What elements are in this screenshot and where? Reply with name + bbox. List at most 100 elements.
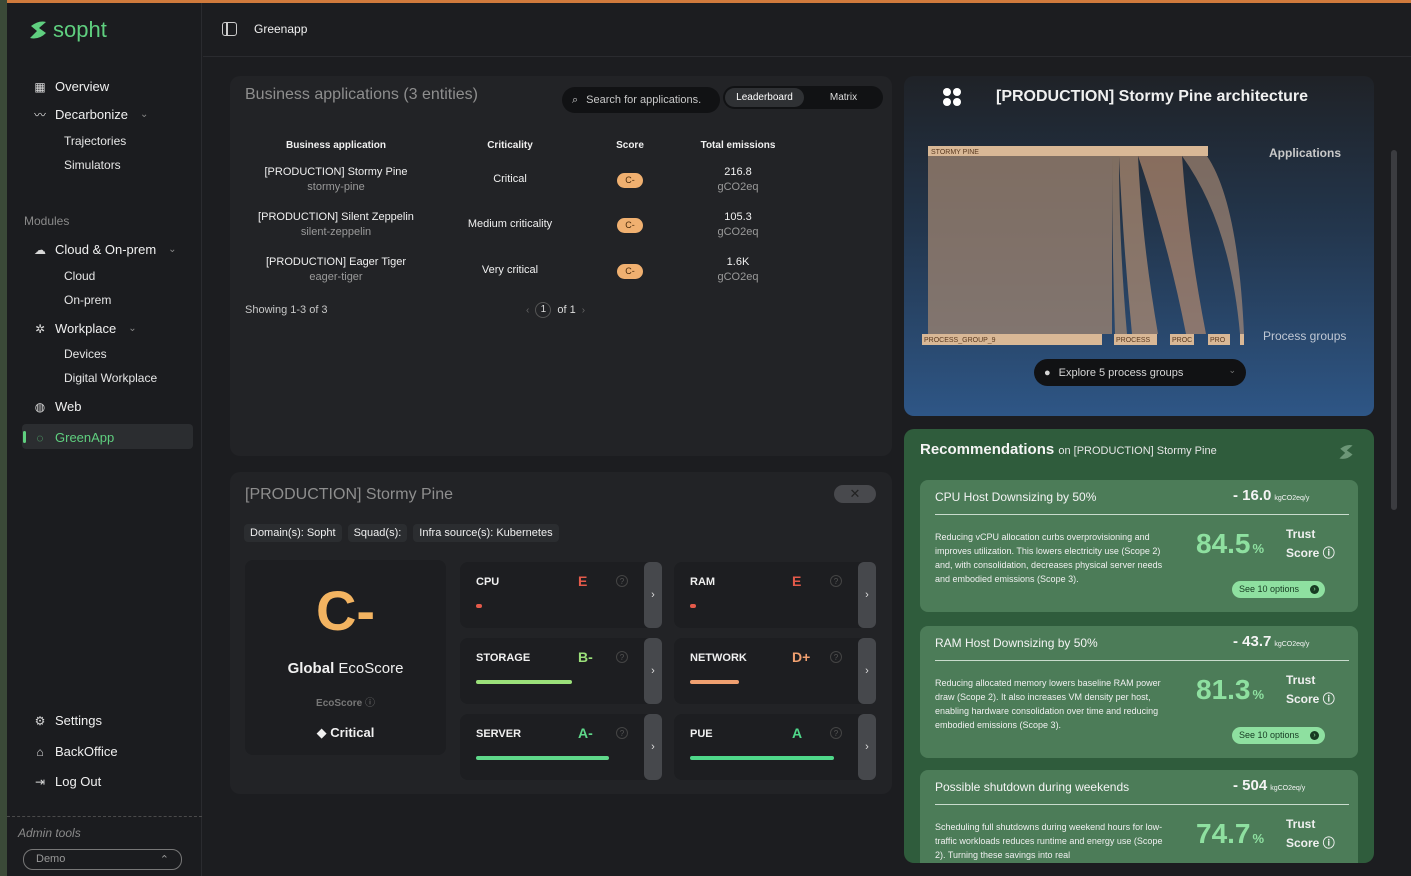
search-input[interactable]: ⌕ Search for applications. xyxy=(562,87,720,113)
trust-label: Trust xyxy=(1286,673,1316,687)
info-icon[interactable]: ⓘ xyxy=(1323,546,1335,560)
help-icon[interactable]: ? xyxy=(616,727,628,739)
metric-grade: B- xyxy=(578,649,593,665)
chevron-left-icon[interactable]: ‹ xyxy=(526,305,529,316)
close-button[interactable]: ✕ xyxy=(834,485,876,503)
info-icon[interactable]: ⓘ xyxy=(1323,836,1335,850)
recommendation-card[interactable]: RAM Host Downsizing by 50% - 43.7 kgCO2eq… xyxy=(920,626,1358,758)
emissions-value: 1.6K xyxy=(726,256,750,268)
metric-expand-button[interactable]: › xyxy=(644,714,662,780)
recommendation-description: Reducing vCPU allocation curbs overprovi… xyxy=(935,532,1163,584)
column-header[interactable]: Total emissions xyxy=(688,140,788,151)
section-label-modules: Modules xyxy=(24,214,70,228)
sidebar-item-label: Overview xyxy=(55,79,110,94)
sidebar-item-logout[interactable]: ⇥ Log Out xyxy=(33,774,101,789)
app-slug: eager-tiger xyxy=(309,271,363,283)
tag-squad: Squad(s): xyxy=(347,524,408,542)
divider xyxy=(935,804,1349,805)
ecoscore-label: Global EcoScore xyxy=(245,660,446,677)
tab-leaderboard[interactable]: Leaderboard xyxy=(725,88,804,107)
recommendation-card[interactable]: Possible shutdown during weekends - 504 k… xyxy=(920,770,1358,863)
header-title: Greenapp xyxy=(254,22,308,36)
sidebar-item-overview[interactable]: ▦ Overview xyxy=(33,79,109,94)
see-options-button[interactable]: See 10 options › xyxy=(1232,581,1325,598)
metric-bar xyxy=(690,756,834,760)
emissions-unit: gCO2eq xyxy=(717,226,759,238)
sidebar-item-decarbonize[interactable]: 〰 Decarbonize ⌄ xyxy=(33,107,148,122)
sidebar-toggle-icon[interactable] xyxy=(222,22,237,36)
sidebar-item-onprem[interactable]: On-prem xyxy=(64,293,111,307)
metric-expand-button[interactable]: › xyxy=(644,638,662,704)
sidebar-item-cloud-onprem[interactable]: ☁ Cloud & On-prem ⌄ xyxy=(33,242,177,257)
explore-process-groups-select[interactable]: ● Explore 5 process groups ⌄ xyxy=(1034,359,1246,386)
see-options-button[interactable]: See 10 options › xyxy=(1232,727,1325,744)
score-badge: C- xyxy=(617,264,643,279)
info-icon[interactable]: ⓘ xyxy=(1323,692,1335,706)
recommendation-title: CPU Host Downsizing by 50% xyxy=(935,490,1097,504)
app-name: [PRODUCTION] Silent Zeppelin xyxy=(258,211,414,223)
sidebar-item-backoffice[interactable]: ⌂ BackOffice xyxy=(33,744,117,759)
column-header[interactable]: Criticality xyxy=(460,140,560,151)
sankey-diagram[interactable]: STORMY PINE PROCESS_GROUP_9 PROCESS PROC… xyxy=(918,142,1253,348)
demo-select[interactable]: Demo ⌃ xyxy=(23,849,182,870)
admin-tools-label: Admin tools xyxy=(18,826,81,840)
process-groups-label: Process groups xyxy=(1263,329,1347,343)
scrollbar[interactable] xyxy=(1391,150,1397,510)
emissions-value: 216.8 xyxy=(724,166,752,178)
criticality-label: ◆ Critical xyxy=(245,725,446,741)
recommendation-card[interactable]: CPU Host Downsizing by 50% - 16.0 kgCO2eq… xyxy=(920,480,1358,612)
metric-grade: E xyxy=(578,573,588,589)
help-icon[interactable]: ⓘ xyxy=(365,698,375,709)
applications-label: Applications xyxy=(1269,146,1342,160)
metric-bar xyxy=(476,604,482,608)
sidebar-item-digital-workplace[interactable]: Digital Workplace xyxy=(64,371,157,385)
sidebar-item-web[interactable]: ◍ Web xyxy=(33,399,82,414)
metric-card-server: SERVER A- ? › xyxy=(460,714,662,780)
help-icon[interactable]: ? xyxy=(830,727,842,739)
percent-sign: % xyxy=(1252,541,1265,556)
help-icon[interactable]: ? xyxy=(616,575,628,587)
sankey-node-process[interactable] xyxy=(1240,334,1244,345)
sidebar-item-cloud[interactable]: Cloud xyxy=(64,269,95,283)
score-label: Score xyxy=(1286,546,1320,560)
app-name: [PRODUCTION] Eager Tiger xyxy=(266,256,406,268)
trust-label: Trust xyxy=(1286,527,1316,541)
gear-icon: ⚙ xyxy=(34,713,46,728)
recommendation-description: Reducing allocated memory lowers baselin… xyxy=(935,678,1161,730)
trust-score-label: Trust Score ⓘ xyxy=(1286,815,1335,853)
chevron-right-icon[interactable]: › xyxy=(582,305,585,316)
sidebar-item-trajectories[interactable]: Trajectories xyxy=(64,134,126,148)
admin-divider xyxy=(7,816,202,817)
sidebar-active-indicator xyxy=(23,431,26,443)
chevron-down-icon: ⌄ xyxy=(128,323,137,334)
sidebar-item-simulators[interactable]: Simulators xyxy=(64,158,121,172)
metric-expand-button[interactable]: › xyxy=(644,562,662,628)
metric-expand-button[interactable]: › xyxy=(858,638,876,704)
logo[interactable]: sopht xyxy=(27,17,107,43)
page-number[interactable]: 1 xyxy=(535,302,552,318)
metric-expand-button[interactable]: › xyxy=(858,562,876,628)
sidebar-item-greenapp[interactable]: ◌ GreenApp xyxy=(33,430,114,445)
metric-card-ram: RAM E ? › xyxy=(674,562,876,628)
trust-score-label: Trust Score ⓘ xyxy=(1286,525,1335,563)
arrow-right-icon: › xyxy=(1310,731,1319,740)
savings-unit: kgCO2eq/y xyxy=(1270,785,1306,792)
tab-matrix[interactable]: Matrix xyxy=(804,92,883,103)
sidebar-item-devices[interactable]: Devices xyxy=(64,347,107,361)
see-options-label: See 10 options xyxy=(1239,730,1300,740)
column-header[interactable]: Business application xyxy=(276,140,396,151)
app-name-cell: [PRODUCTION] Stormy Pine stormy-pine xyxy=(246,166,426,193)
score-badge: C- xyxy=(617,218,643,233)
metric-expand-button[interactable]: › xyxy=(858,714,876,780)
search-placeholder: Search for applications. xyxy=(586,94,702,106)
column-header[interactable]: Score xyxy=(600,140,660,151)
sidebar-item-workplace[interactable]: ✲ Workplace ⌄ xyxy=(33,321,137,336)
help-icon[interactable]: ? xyxy=(830,575,842,587)
sidebar-item-label: Cloud & On-prem xyxy=(55,242,157,257)
sidebar-item-settings[interactable]: ⚙ Settings xyxy=(33,713,102,728)
metric-bar xyxy=(690,680,739,684)
help-icon[interactable]: ? xyxy=(616,651,628,663)
savings-value: - 16.0 xyxy=(1233,487,1272,504)
criticality-cell: Critical xyxy=(493,173,527,185)
help-icon[interactable]: ? xyxy=(830,651,842,663)
